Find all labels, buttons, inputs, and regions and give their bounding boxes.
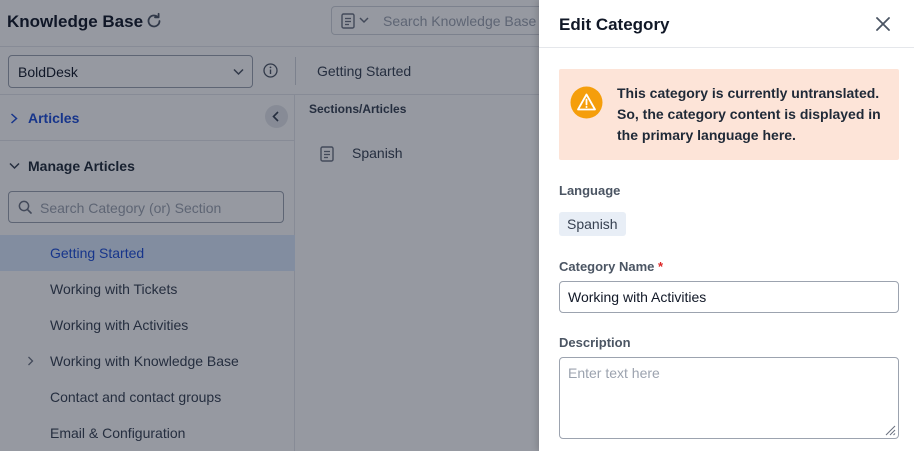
language-chip: Spanish — [559, 212, 626, 236]
description-label: Description — [559, 335, 631, 350]
category-name-label-text: Category Name — [559, 259, 655, 274]
warning-message: This category is currently untranslated.… — [617, 85, 881, 143]
untranslated-warning: This category is currently untranslated.… — [559, 69, 899, 160]
language-label: Language — [559, 183, 621, 198]
resize-handle-icon[interactable] — [884, 424, 896, 436]
warning-icon — [570, 86, 603, 119]
description-textarea[interactable] — [559, 357, 899, 439]
dialog-header: Edit Category — [539, 0, 914, 48]
edit-category-dialog: Edit Category This category is currently… — [539, 0, 914, 451]
close-icon[interactable] — [875, 16, 891, 32]
required-mark: * — [658, 259, 664, 274]
category-name-label: Category Name * — [559, 259, 663, 274]
dialog-title: Edit Category — [559, 15, 670, 34]
category-name-input[interactable] — [559, 281, 899, 313]
